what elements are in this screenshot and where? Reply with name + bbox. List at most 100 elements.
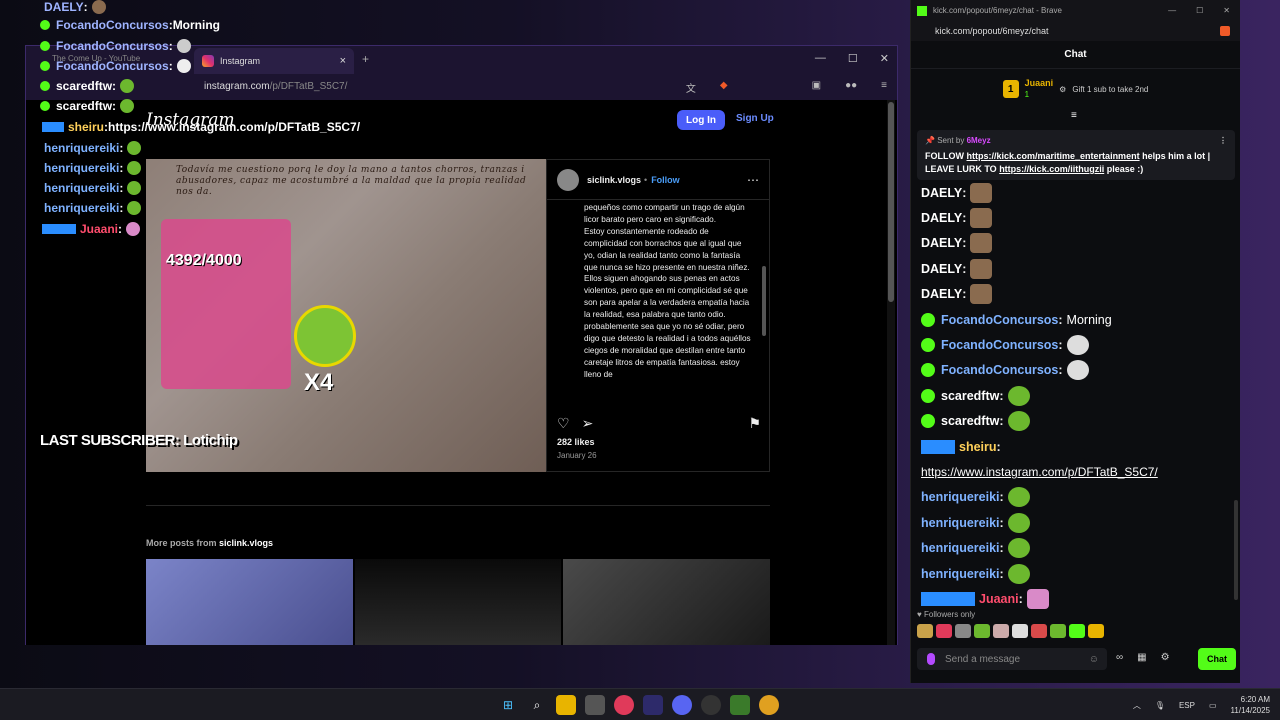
share-icon[interactable]: ➢ bbox=[582, 415, 594, 432]
chrome-icon[interactable] bbox=[759, 695, 779, 715]
new-tab-icon[interactable]: + bbox=[362, 52, 369, 66]
collapse-icon[interactable]: ≡ bbox=[1071, 110, 1077, 121]
like-icon[interactable]: ♡ bbox=[557, 415, 570, 432]
translate-icon[interactable]: 文 bbox=[686, 80, 696, 95]
emote[interactable] bbox=[1031, 624, 1047, 638]
gift-icon: ⚙ bbox=[1059, 84, 1067, 94]
chevron-up-icon[interactable]: ︿ bbox=[1133, 700, 1141, 711]
maximize-icon[interactable]: ☐ bbox=[1196, 6, 1203, 15]
brave-shield-icon[interactable] bbox=[1220, 26, 1230, 36]
emote[interactable] bbox=[970, 208, 993, 229]
maximize-icon[interactable]: ☐ bbox=[848, 52, 858, 65]
emote[interactable] bbox=[1007, 512, 1030, 533]
minimize-icon[interactable]: — bbox=[815, 52, 826, 65]
post-thumbnail[interactable] bbox=[354, 559, 562, 645]
emote[interactable] bbox=[993, 624, 1009, 638]
brave-shield-icon[interactable]: ◆ bbox=[720, 80, 728, 95]
post-image[interactable]: Todavía me cuestiono porq le doy la mano… bbox=[146, 159, 546, 472]
window-controls: — ☐ ✕ bbox=[815, 52, 889, 65]
close-icon[interactable]: × bbox=[340, 55, 346, 67]
tab-instagram[interactable]: Instagram × bbox=[194, 48, 354, 74]
menu-icon[interactable]: ≡ bbox=[881, 80, 887, 95]
send-chat-button[interactable]: Chat bbox=[1198, 648, 1236, 670]
close-window-icon[interactable]: ✕ bbox=[880, 52, 889, 65]
emote[interactable] bbox=[1007, 411, 1030, 432]
discord-icon[interactable] bbox=[672, 695, 692, 715]
gift-prompt[interactable]: Gift 1 sub to take 2nd bbox=[1072, 85, 1148, 94]
message-input[interactable]: Send a message ☺ bbox=[917, 648, 1107, 670]
emote[interactable] bbox=[1026, 588, 1049, 609]
store-icon[interactable]: ▦ bbox=[1137, 652, 1146, 663]
clock[interactable]: 6:20 AM 11/14/2025 bbox=[1231, 694, 1270, 716]
post-header: siclink.vlogs • Follow ⋯ bbox=[547, 160, 769, 200]
top-gifter-name[interactable]: Juaani bbox=[1025, 78, 1054, 89]
emote[interactable] bbox=[917, 624, 933, 638]
more-options-icon[interactable]: ⋮ bbox=[1219, 136, 1227, 145]
page-scrollbar[interactable] bbox=[887, 100, 895, 645]
caption-scrollbar[interactable] bbox=[761, 202, 767, 402]
follow-button[interactable]: Follow bbox=[651, 175, 680, 185]
emote[interactable] bbox=[1050, 624, 1066, 638]
chat-message: DAELY: bbox=[921, 180, 1231, 205]
emote[interactable] bbox=[1007, 385, 1030, 406]
wallet-icon[interactable]: ●● bbox=[845, 80, 857, 95]
login-button[interactable]: Log In bbox=[677, 110, 725, 130]
chat-scrollbar[interactable] bbox=[1234, 500, 1238, 600]
post-thumbnail[interactable] bbox=[563, 559, 771, 645]
emote[interactable] bbox=[1007, 487, 1030, 508]
avatar[interactable] bbox=[557, 168, 579, 191]
emoji-icon[interactable]: ☺ bbox=[1089, 654, 1099, 665]
emote[interactable] bbox=[1069, 624, 1085, 638]
address-bar[interactable]: kick.com/popout/6meyz/chat bbox=[911, 21, 1240, 41]
emote[interactable] bbox=[970, 182, 993, 203]
emote[interactable] bbox=[936, 624, 952, 638]
windows-start-icon[interactable]: ⊞ bbox=[498, 695, 518, 715]
store-icon[interactable] bbox=[585, 695, 605, 715]
emote[interactable] bbox=[974, 624, 990, 638]
close-window-icon[interactable]: ✕ bbox=[1223, 6, 1230, 15]
microphone-icon[interactable] bbox=[927, 653, 935, 665]
address-bar[interactable]: instagram.com/p/DFTatB_S5C7/ 文 ◆ ▣ ●● ≡ bbox=[26, 74, 897, 100]
minimize-icon[interactable]: — bbox=[1168, 6, 1176, 15]
chat-message: henriquereiki: bbox=[921, 510, 1231, 535]
emote[interactable] bbox=[1066, 335, 1089, 356]
pinned-link[interactable]: https://kick.com/iithugzii bbox=[999, 164, 1104, 174]
post-username[interactable]: siclink.vlogs bbox=[587, 175, 641, 185]
emote[interactable] bbox=[955, 624, 971, 638]
pinned-sender: 📌 Sent by 6Meyz ⋮ bbox=[925, 136, 1227, 145]
post-thumbnail[interactable] bbox=[146, 559, 353, 645]
obs-icon[interactable] bbox=[701, 695, 721, 715]
more-options-icon[interactable]: ⋯ bbox=[747, 173, 759, 187]
brave-icon[interactable] bbox=[643, 695, 663, 715]
emote[interactable] bbox=[970, 284, 993, 305]
network-icon[interactable]: ▭ bbox=[1209, 701, 1217, 710]
overlay-message: sheiru : https://www.instagram.com/p/DFT… bbox=[42, 118, 360, 136]
top-gifter-count: 1 bbox=[1024, 90, 1030, 99]
language-indicator[interactable]: ESP bbox=[1179, 701, 1195, 710]
chat-message: scaredftw: bbox=[921, 409, 1231, 434]
emote[interactable] bbox=[1012, 624, 1028, 638]
folder-icon[interactable] bbox=[556, 695, 576, 715]
likes-count[interactable]: 282 likes bbox=[557, 437, 595, 447]
gear-icon[interactable]: ⚙ bbox=[1161, 652, 1170, 663]
kick-icon bbox=[917, 5, 927, 16]
sidebar-icon[interactable]: ▣ bbox=[812, 80, 821, 95]
instagram-icon bbox=[202, 55, 214, 67]
emote[interactable] bbox=[1007, 563, 1030, 584]
emote[interactable] bbox=[970, 233, 993, 254]
bookmark-icon[interactable]: ⚑ bbox=[748, 415, 761, 432]
pinned-link[interactable]: https://kick.com/maritime_entertainment bbox=[967, 151, 1140, 161]
overlay-message: henriquereiki : bbox=[44, 159, 142, 177]
chat-message: FocandoConcursos: bbox=[921, 332, 1231, 357]
infinity-icon[interactable]: ∞ bbox=[1116, 652, 1123, 663]
emote[interactable] bbox=[1007, 538, 1030, 559]
search-icon[interactable]: ⌕ bbox=[527, 695, 547, 715]
signup-button[interactable]: Sign Up bbox=[736, 113, 774, 124]
overlay-message: scaredftw : bbox=[40, 77, 135, 95]
app-icon[interactable] bbox=[614, 695, 634, 715]
emote[interactable] bbox=[970, 258, 993, 279]
emote[interactable] bbox=[1088, 624, 1104, 638]
microphone-icon[interactable]: 🎙 bbox=[1155, 701, 1165, 710]
emote[interactable] bbox=[1066, 360, 1089, 381]
app-icon[interactable] bbox=[730, 695, 750, 715]
